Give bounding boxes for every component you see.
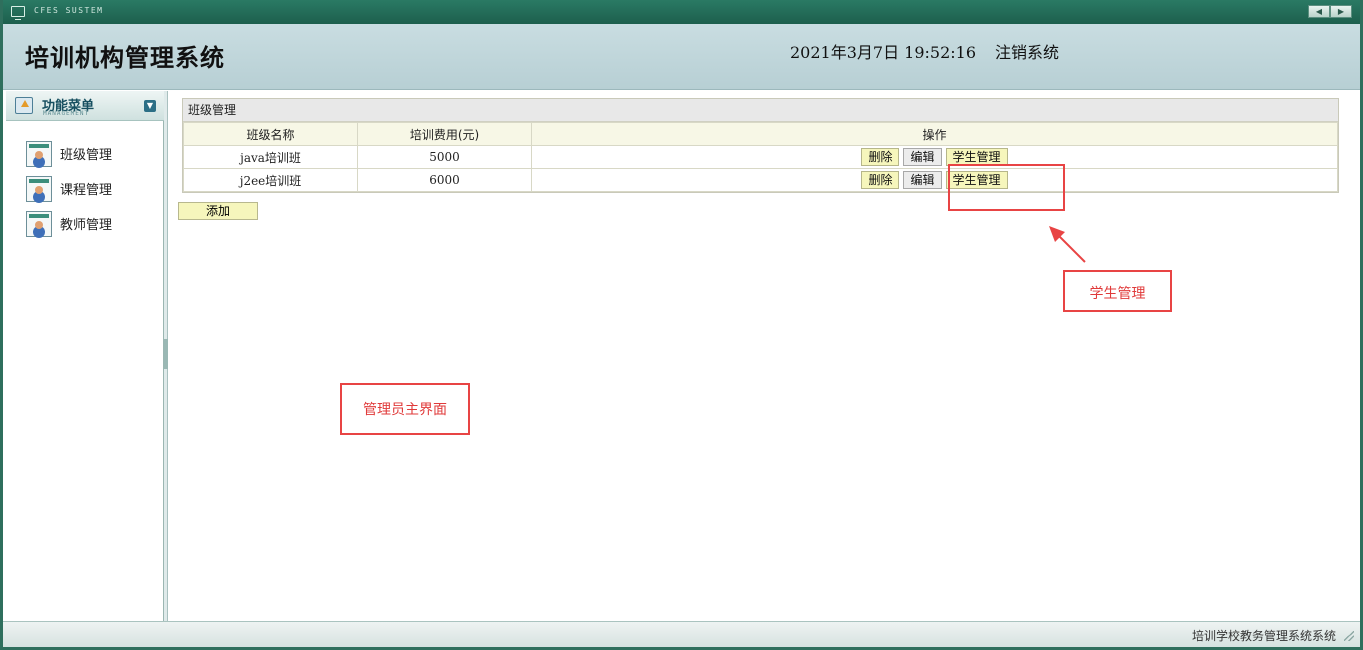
monitor-icon (11, 6, 25, 20)
sidebar-item-label: 教师管理 (60, 218, 113, 233)
sidebar-item-label: 课程管理 (60, 183, 113, 198)
window-nav-buttons: ◀ ▶ (1308, 5, 1352, 18)
annotation-arrow-icon (1049, 226, 1086, 263)
sidebar-item-label: 班级管理 (60, 148, 113, 163)
menu-home-icon (15, 97, 33, 114)
app-title: 培训机构管理系统 (25, 43, 225, 72)
class-fee-cell: 5000 (357, 145, 532, 169)
sidebar-splitter[interactable] (164, 91, 168, 621)
user-card-icon (26, 210, 52, 237)
next-arrow-icon[interactable]: ▶ (1330, 5, 1352, 18)
class-name-cell: java培训班 (183, 145, 358, 169)
annotation-admin-main: 管理员主界面 (363, 402, 447, 418)
delete-button[interactable]: 删除 (861, 171, 900, 189)
panel-title: 班级管理 (183, 99, 1338, 122)
system-name: CFES SUSTEM (34, 6, 104, 15)
column-header-fee: 培训费用(元) (357, 122, 532, 146)
add-class-button[interactable]: 添加 (178, 202, 258, 220)
splitter-grip[interactable] (164, 339, 168, 369)
column-header-actions: 操作 (531, 122, 1338, 146)
class-fee-cell: 6000 (357, 168, 532, 192)
table-row: j2ee培训班 6000 删除 编辑 学生管理 (183, 168, 1338, 192)
prev-arrow-icon[interactable]: ◀ (1308, 5, 1330, 18)
menu-header: 功能菜单 MANAGEMENT ▼ (6, 91, 164, 121)
class-panel: 班级管理 班级名称 培训费用(元) 操作 java培训班 5000 删除 编辑 … (182, 98, 1339, 193)
menu-subtitle: MANAGEMENT (43, 110, 90, 117)
annotation-student-management: 学生管理 (1089, 286, 1146, 302)
actions-cell: 删除 编辑 学生管理 (531, 145, 1338, 169)
sidebar-item-teacher-management[interactable]: 教师管理 (26, 206, 112, 241)
user-card-icon (26, 175, 52, 202)
collapse-chevron-icon[interactable]: ▼ (144, 100, 156, 112)
class-name-cell: j2ee培训班 (183, 168, 358, 192)
table-row: java培训班 5000 删除 编辑 学生管理 (183, 145, 1338, 169)
sidebar: 功能菜单 MANAGEMENT ▼ 班级管理 课程管理 教师管理 (6, 91, 164, 621)
annotation-highlight-box (948, 164, 1065, 211)
datetime-display: 2021年3月7日 19:52:16 (790, 43, 977, 62)
table-header-row: 班级名称 培训费用(元) 操作 (183, 122, 1338, 146)
delete-button[interactable]: 删除 (861, 148, 900, 166)
edit-button[interactable]: 编辑 (903, 171, 942, 189)
status-text: 培训学校教务管理系统系统 (1191, 629, 1336, 643)
logout-link[interactable]: 注销系统 (995, 39, 1059, 63)
sidebar-item-course-management[interactable]: 课程管理 (26, 171, 112, 206)
actions-cell: 删除 编辑 学生管理 (531, 168, 1338, 192)
resize-grip-icon[interactable] (1344, 631, 1354, 641)
app-header: 培训机构管理系统 2021年3月7日 19:52:16 注销系统 (3, 24, 1360, 90)
column-header-name: 班级名称 (183, 122, 358, 146)
status-bar: 培训学校教务管理系统系统 (3, 621, 1360, 647)
edit-button[interactable]: 编辑 (903, 148, 942, 166)
app-window: CFES SUSTEM ◀ ▶ 培训机构管理系统 2021年3月7日 19:52… (0, 0, 1363, 650)
sidebar-item-class-management[interactable]: 班级管理 (26, 136, 112, 171)
title-bar: CFES SUSTEM ◀ ▶ (3, 0, 1360, 24)
menu-list: 班级管理 课程管理 教师管理 (26, 136, 112, 241)
main-content: 班级管理 班级名称 培训费用(元) 操作 java培训班 5000 删除 编辑 … (169, 91, 1360, 621)
class-table: 班级名称 培训费用(元) 操作 java培训班 5000 删除 编辑 学生管理 … (183, 122, 1338, 192)
user-card-icon (26, 140, 52, 167)
